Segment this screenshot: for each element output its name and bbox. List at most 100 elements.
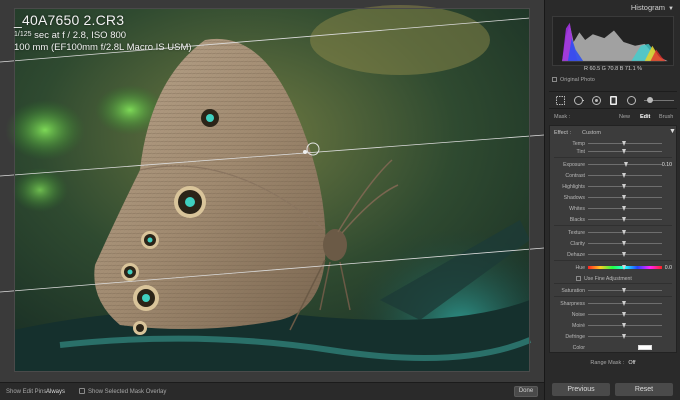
brush-size-knob[interactable] bbox=[647, 97, 653, 103]
slider-label: Texture bbox=[567, 230, 585, 236]
histogram-readout: R 60.5 G 70.8 B 71.1 % bbox=[583, 66, 643, 72]
slider-label: Noise bbox=[571, 312, 585, 318]
mask-brush-button[interactable]: Brush bbox=[659, 114, 673, 120]
slider-label: Whites bbox=[569, 206, 585, 212]
slider-whites[interactable]: Whites bbox=[550, 204, 676, 213]
original-photo-label: Original Photo bbox=[560, 77, 595, 83]
color-label: Color bbox=[572, 345, 585, 351]
slider-highlights[interactable]: Highlights bbox=[550, 182, 676, 191]
show-edit-pins-dropdown[interactable]: Always bbox=[46, 389, 65, 395]
slider-contrast[interactable]: Contrast bbox=[550, 171, 676, 180]
slider-knob[interactable] bbox=[622, 252, 626, 257]
slider-shadows[interactable]: Shadows bbox=[550, 193, 676, 202]
slider-knob[interactable] bbox=[622, 141, 626, 146]
butterfly-photo[interactable] bbox=[0, 0, 544, 382]
slider-knob[interactable] bbox=[622, 323, 626, 328]
previous-button[interactable]: Previous bbox=[552, 383, 610, 396]
slider-knob[interactable] bbox=[624, 162, 628, 167]
color-row[interactable]: Color bbox=[550, 343, 676, 352]
effect-dropdown[interactable]: Custom bbox=[582, 130, 601, 136]
slider-noise[interactable]: Noise bbox=[550, 310, 676, 319]
mask-new-button[interactable]: New bbox=[619, 114, 630, 120]
slider-label: Defringe bbox=[565, 334, 585, 340]
slider-knob[interactable] bbox=[622, 265, 626, 270]
red-eye-icon[interactable] bbox=[591, 95, 602, 106]
graduated-filter-icon[interactable] bbox=[608, 95, 619, 106]
radial-filter-icon[interactable] bbox=[626, 95, 637, 106]
slider-label: Hue bbox=[575, 265, 585, 271]
slider-defringe[interactable]: Defringe bbox=[550, 332, 676, 341]
slider-blacks[interactable]: Blacks bbox=[550, 215, 676, 224]
effect-menu-triangle-icon[interactable]: ▼ bbox=[669, 128, 676, 135]
mask-bar: Mask : New Edit Brush bbox=[549, 111, 677, 123]
slider-knob[interactable] bbox=[622, 206, 626, 211]
slider-label: Tint bbox=[576, 149, 585, 155]
slider-knob[interactable] bbox=[622, 334, 626, 339]
histogram-header[interactable]: Histogram ▼ bbox=[545, 0, 680, 14]
reset-button[interactable]: Reset bbox=[615, 383, 673, 396]
photo-info-overlay: _40A7650 2.CR3 1/125 sec at f / 2.8, ISO… bbox=[14, 12, 192, 54]
slider-knob[interactable] bbox=[622, 288, 626, 293]
develop-right-panel: Histogram ▼ R 60.5 G 70.8 B 71.1 % Origin… bbox=[544, 0, 680, 400]
slider-knob[interactable] bbox=[622, 184, 626, 189]
mask-label: Mask : bbox=[554, 114, 571, 120]
exposure-denominator: 125 bbox=[19, 31, 32, 38]
effect-row: Effect : Custom ▼ bbox=[550, 128, 676, 138]
slider-knob[interactable] bbox=[622, 241, 626, 246]
original-photo-toggle[interactable]: Original Photo bbox=[552, 77, 595, 83]
image-viewer[interactable]: _40A7650 2.CR3 1/125 sec at f / 2.8, ISO… bbox=[0, 0, 544, 382]
slider-value[interactable]: 0.0 bbox=[665, 265, 672, 271]
slider-label: Moiré bbox=[572, 323, 585, 329]
divider bbox=[554, 283, 672, 284]
slider-hue[interactable]: Hue 0.0 bbox=[550, 263, 676, 272]
slider-tint[interactable]: Tint bbox=[550, 147, 676, 156]
mask-overlay-checkbox[interactable] bbox=[79, 388, 85, 394]
slider-label: Shadows bbox=[563, 195, 585, 201]
slider-label: Blacks bbox=[569, 217, 585, 223]
range-mask-label: Range Mask : bbox=[590, 360, 625, 366]
color-swatch[interactable] bbox=[638, 345, 652, 350]
divider bbox=[554, 296, 672, 297]
slider-exposure[interactable]: Exposure 0.10 bbox=[550, 160, 676, 169]
fine-adjustment-checkbox[interactable] bbox=[576, 276, 581, 281]
fine-adjustment-row[interactable]: Use Fine Adjustment bbox=[550, 274, 676, 283]
original-photo-checkbox[interactable] bbox=[552, 77, 557, 82]
collapse-triangle-icon[interactable]: ▼ bbox=[668, 6, 674, 12]
histogram-title: Histogram bbox=[630, 3, 666, 12]
slider-dehaze[interactable]: Dehaze bbox=[550, 250, 676, 259]
slider-texture[interactable]: Texture bbox=[550, 228, 676, 237]
divider bbox=[554, 260, 672, 261]
slider-knob[interactable] bbox=[622, 301, 626, 306]
slider-sharpness[interactable]: Sharpness bbox=[550, 299, 676, 308]
bottom-toolbar: Show Edit Pins : Always Show Selected Ma… bbox=[0, 382, 544, 400]
show-edit-pins-label: Show Edit Pins : bbox=[6, 389, 50, 395]
slider-knob[interactable] bbox=[622, 195, 626, 200]
lightroom-window: _40A7650 2.CR3 1/125 sec at f / 2.8, ISO… bbox=[0, 0, 680, 400]
slider-clarity[interactable]: Clarity bbox=[550, 239, 676, 248]
adjustment-panel: Effect : Custom ▼ Temp Tint Exposure 0.10… bbox=[549, 125, 677, 353]
slider-label: Exposure bbox=[563, 162, 585, 168]
divider bbox=[554, 157, 672, 158]
slider-label: Dehaze bbox=[567, 252, 585, 258]
slider-knob[interactable] bbox=[622, 149, 626, 154]
slider-saturation[interactable]: Saturation bbox=[550, 286, 676, 295]
slider-label: Highlights bbox=[562, 184, 585, 190]
photo-lens: 100 mm (EF100mm f/2.8L Macro IS USM) bbox=[14, 42, 192, 53]
slider-knob[interactable] bbox=[622, 217, 626, 222]
spot-removal-icon[interactable] bbox=[573, 95, 584, 106]
range-mask-dropdown[interactable]: Off bbox=[628, 360, 635, 366]
slider-knob[interactable] bbox=[622, 312, 626, 317]
slider-label: Contrast bbox=[565, 173, 585, 179]
slider-knob[interactable] bbox=[622, 230, 626, 235]
mask-overlay-label: Show Selected Mask Overlay bbox=[88, 389, 167, 395]
slider-moire[interactable]: Moiré bbox=[550, 321, 676, 330]
photo-exposure: 1/125 sec at f / 2.8, ISO 800 bbox=[14, 30, 127, 41]
done-button[interactable]: Done bbox=[514, 386, 538, 397]
fine-adjustment-label: Use Fine Adjustment bbox=[584, 276, 632, 282]
slider-label: Sharpness bbox=[560, 301, 585, 307]
mask-edit-button[interactable]: Edit bbox=[640, 114, 650, 120]
slider-knob[interactable] bbox=[622, 173, 626, 178]
range-mask-row[interactable]: Range Mask : Off bbox=[549, 360, 677, 370]
slider-value[interactable]: 0.10 bbox=[662, 162, 672, 168]
crop-overlay-icon[interactable] bbox=[555, 95, 566, 106]
